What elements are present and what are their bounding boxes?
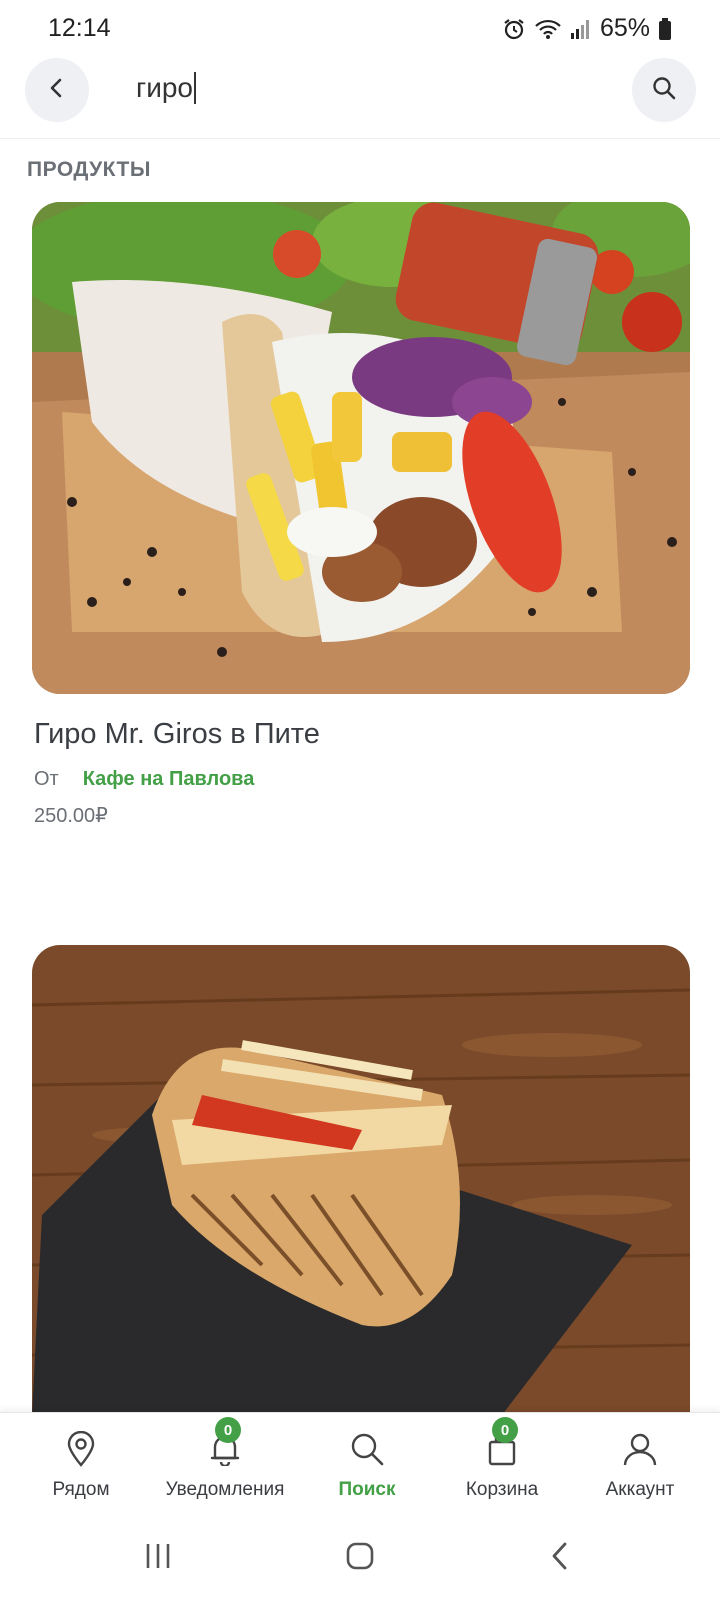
nav-label: Аккаунт bbox=[605, 1479, 675, 1500]
vendor-row: От Кафе на Павлова bbox=[34, 768, 254, 791]
nav-nearby[interactable]: Рядом bbox=[11, 1429, 151, 1501]
nav-account[interactable]: Аккаунт bbox=[570, 1429, 710, 1501]
search-button[interactable] bbox=[632, 58, 696, 122]
recent-apps-icon bbox=[143, 1542, 173, 1575]
nav-label: Рядом bbox=[52, 1479, 110, 1500]
nav-cart[interactable]: 0 Корзина bbox=[432, 1417, 572, 1501]
nav-notifications[interactable]: 0 Уведомления bbox=[155, 1417, 295, 1501]
battery-level: 65% bbox=[599, 14, 650, 42]
back-icon bbox=[548, 1541, 572, 1576]
home-button[interactable] bbox=[340, 1538, 380, 1578]
home-icon bbox=[345, 1541, 375, 1576]
nav-label: Уведомления bbox=[165, 1479, 285, 1500]
nav-search[interactable]: Поиск bbox=[297, 1429, 437, 1501]
text-caret bbox=[194, 72, 196, 104]
user-icon bbox=[620, 1429, 660, 1469]
from-label: От bbox=[34, 768, 59, 790]
product-price: 250.00₽ bbox=[34, 805, 108, 827]
bottom-navigation: Рядом 0 Уведомления Поиск 0 Корзина Акка… bbox=[0, 1412, 720, 1519]
back-button[interactable] bbox=[25, 58, 89, 122]
signal-icon bbox=[570, 18, 592, 40]
alarm-icon bbox=[502, 17, 526, 41]
status-bar: 12:14 65% bbox=[0, 0, 720, 58]
search-icon bbox=[651, 75, 677, 106]
nav-label: Корзина bbox=[465, 1479, 539, 1500]
nav-label: Поиск bbox=[338, 1479, 396, 1500]
search-icon bbox=[347, 1429, 387, 1469]
product-image[interactable] bbox=[32, 945, 690, 1415]
recent-apps-button[interactable] bbox=[138, 1538, 178, 1578]
location-pin-icon bbox=[61, 1429, 101, 1469]
vendor-link[interactable]: Кафе на Павлова bbox=[83, 768, 255, 791]
wifi-icon bbox=[534, 17, 562, 41]
search-header: гиро bbox=[0, 58, 720, 139]
cart-badge: 0 bbox=[492, 1417, 518, 1443]
system-navigation-bar bbox=[0, 1518, 720, 1600]
product-name[interactable]: Гиро Mr. Giros в Пите bbox=[34, 718, 320, 751]
notifications-badge: 0 bbox=[215, 1417, 241, 1443]
bell-icon: 0 bbox=[205, 1417, 245, 1469]
bag-icon: 0 bbox=[482, 1417, 522, 1469]
status-time: 12:14 bbox=[48, 14, 111, 42]
battery-icon bbox=[658, 17, 672, 41]
section-title: ПРОДУКТЫ bbox=[27, 158, 151, 181]
search-query: гиро bbox=[136, 72, 193, 103]
system-back-button[interactable] bbox=[540, 1538, 580, 1578]
product-image[interactable] bbox=[32, 202, 690, 694]
status-icons: 65% bbox=[502, 14, 672, 43]
search-input[interactable]: гиро bbox=[136, 72, 196, 104]
chevron-left-icon bbox=[45, 76, 69, 105]
